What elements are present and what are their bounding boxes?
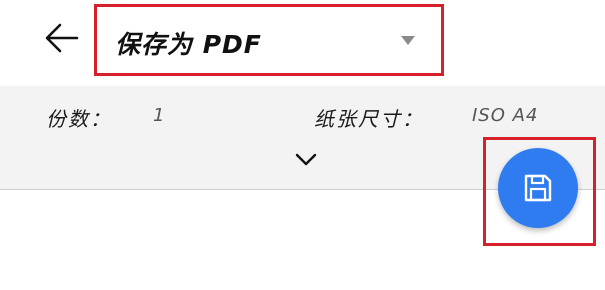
copies-value[interactable]: 1	[153, 105, 165, 126]
chevron-down-icon	[295, 153, 317, 166]
arrow-left-icon	[45, 23, 79, 53]
floppy-disk-icon	[524, 174, 552, 202]
save-pdf-button[interactable]	[498, 148, 578, 228]
expand-options-button[interactable]	[292, 148, 320, 172]
paper-size-value[interactable]: ISO A4	[472, 105, 538, 126]
copies-label: 份数：	[46, 107, 112, 131]
paper-size-label: 纸张尺寸：	[314, 107, 424, 131]
printer-destination-select[interactable]: 保存为 PDF	[94, 4, 444, 76]
triangle-down-icon	[401, 36, 415, 45]
printer-destination-value: 保存为 PDF	[115, 30, 262, 59]
back-button[interactable]	[40, 18, 84, 58]
top-bar: 保存为 PDF	[0, 0, 605, 86]
